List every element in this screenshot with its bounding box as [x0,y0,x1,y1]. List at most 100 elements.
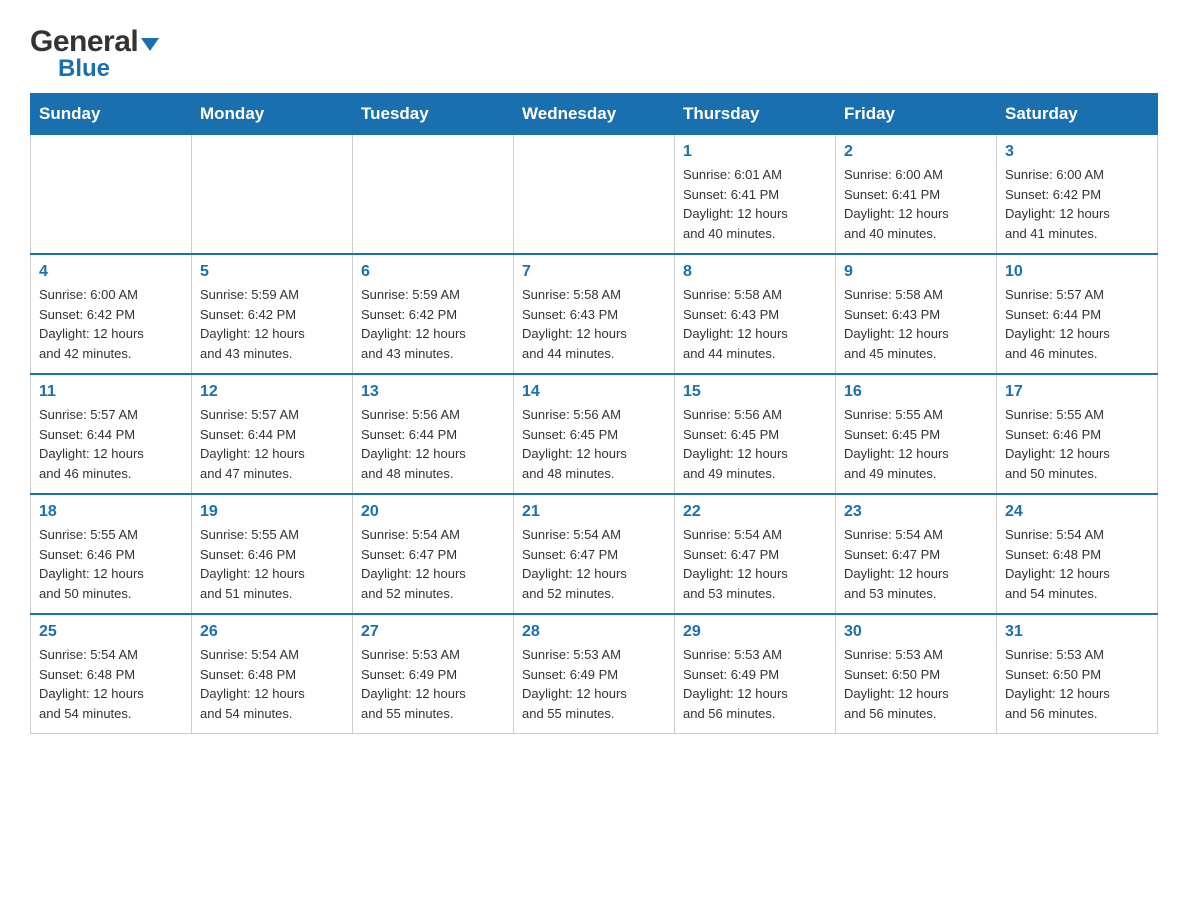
day-info: Sunrise: 5:59 AMSunset: 6:42 PMDaylight:… [361,285,505,363]
weekday-header-thursday: Thursday [675,94,836,135]
day-info: Sunrise: 5:57 AMSunset: 6:44 PMDaylight:… [200,405,344,483]
calendar-day-cell: 27 Sunrise: 5:53 AMSunset: 6:49 PMDayligh… [353,614,514,734]
page-header: General Blue [30,20,1158,83]
day-number: 9 [844,263,988,281]
calendar-day-cell: 23 Sunrise: 5:54 AMSunset: 6:47 PMDayligh… [836,494,997,614]
calendar-day-cell: 15 Sunrise: 5:56 AMSunset: 6:45 PMDayligh… [675,374,836,494]
calendar-day-cell: 6 Sunrise: 5:59 AMSunset: 6:42 PMDaylight… [353,254,514,374]
day-number: 21 [522,503,666,521]
day-info: Sunrise: 5:53 AMSunset: 6:50 PMDaylight:… [844,645,988,723]
day-info: Sunrise: 5:57 AMSunset: 6:44 PMDaylight:… [1005,285,1149,363]
day-info: Sunrise: 5:59 AMSunset: 6:42 PMDaylight:… [200,285,344,363]
day-number: 7 [522,263,666,281]
day-info: Sunrise: 5:53 AMSunset: 6:49 PMDaylight:… [683,645,827,723]
day-number: 19 [200,503,344,521]
calendar-day-cell [353,135,514,255]
day-number: 20 [361,503,505,521]
day-number: 4 [39,263,183,281]
day-number: 14 [522,383,666,401]
day-info: Sunrise: 6:00 AMSunset: 6:42 PMDaylight:… [39,285,183,363]
weekday-header-tuesday: Tuesday [353,94,514,135]
day-info: Sunrise: 6:00 AMSunset: 6:41 PMDaylight:… [844,165,988,243]
day-info: Sunrise: 6:01 AMSunset: 6:41 PMDaylight:… [683,165,827,243]
calendar-day-cell: 4 Sunrise: 6:00 AMSunset: 6:42 PMDaylight… [31,254,192,374]
logo-blue-text: Blue [58,55,110,82]
calendar-week-row: 1Sunrise: 6:01 AMSunset: 6:41 PMDaylight… [31,135,1158,255]
calendar-day-cell: 17Sunrise: 5:55 AMSunset: 6:46 PMDayligh… [997,374,1158,494]
day-info: Sunrise: 5:54 AMSunset: 6:48 PMDaylight:… [39,645,183,723]
weekday-header-sunday: Sunday [31,94,192,135]
calendar-day-cell: 3 Sunrise: 6:00 AMSunset: 6:42 PMDaylight… [997,135,1158,255]
calendar-day-cell: 11 Sunrise: 5:57 AMSunset: 6:44 PMDayligh… [31,374,192,494]
day-info: Sunrise: 5:54 AMSunset: 6:47 PMDaylight:… [683,525,827,603]
day-number: 15 [683,383,827,401]
calendar-day-cell: 24 Sunrise: 5:54 AMSunset: 6:48 PMDayligh… [997,494,1158,614]
day-number: 30 [844,623,988,641]
day-number: 13 [361,383,505,401]
day-number: 3 [1005,143,1149,161]
day-info: Sunrise: 5:54 AMSunset: 6:47 PMDaylight:… [522,525,666,603]
calendar-day-cell: 5 Sunrise: 5:59 AMSunset: 6:42 PMDaylight… [192,254,353,374]
calendar-day-cell: 30 Sunrise: 5:53 AMSunset: 6:50 PMDayligh… [836,614,997,734]
calendar-day-cell: 18 Sunrise: 5:55 AMSunset: 6:46 PMDayligh… [31,494,192,614]
day-number: 12 [200,383,344,401]
weekday-header-saturday: Saturday [997,94,1158,135]
day-number: 8 [683,263,827,281]
calendar-day-cell: 14 Sunrise: 5:56 AMSunset: 6:45 PMDayligh… [514,374,675,494]
day-number: 6 [361,263,505,281]
calendar-day-cell: 25 Sunrise: 5:54 AMSunset: 6:48 PMDayligh… [31,614,192,734]
day-number: 31 [1005,623,1149,641]
day-number: 27 [361,623,505,641]
calendar-day-cell [192,135,353,255]
calendar-day-cell: 26 Sunrise: 5:54 AMSunset: 6:48 PMDayligh… [192,614,353,734]
day-number: 18 [39,503,183,521]
day-info: Sunrise: 5:55 AMSunset: 6:46 PMDaylight:… [200,525,344,603]
day-info: Sunrise: 5:56 AMSunset: 6:45 PMDaylight:… [522,405,666,483]
day-number: 23 [844,503,988,521]
logo: General Blue [30,25,159,83]
day-info: Sunrise: 5:54 AMSunset: 6:48 PMDaylight:… [200,645,344,723]
day-info: Sunrise: 5:54 AMSunset: 6:47 PMDaylight:… [844,525,988,603]
calendar-day-cell: 8Sunrise: 5:58 AMSunset: 6:43 PMDaylight… [675,254,836,374]
calendar-day-cell: 10 Sunrise: 5:57 AMSunset: 6:44 PMDayligh… [997,254,1158,374]
weekday-header-row: SundayMondayTuesdayWednesdayThursdayFrid… [31,94,1158,135]
day-info: Sunrise: 5:56 AMSunset: 6:44 PMDaylight:… [361,405,505,483]
calendar-day-cell: 16Sunrise: 5:55 AMSunset: 6:45 PMDayligh… [836,374,997,494]
day-number: 22 [683,503,827,521]
calendar-day-cell: 20 Sunrise: 5:54 AMSunset: 6:47 PMDayligh… [353,494,514,614]
day-info: Sunrise: 5:55 AMSunset: 6:46 PMDaylight:… [39,525,183,603]
calendar-day-cell: 28Sunrise: 5:53 AMSunset: 6:49 PMDayligh… [514,614,675,734]
calendar-day-cell [514,135,675,255]
day-info: Sunrise: 5:55 AMSunset: 6:45 PMDaylight:… [844,405,988,483]
calendar-day-cell: 19 Sunrise: 5:55 AMSunset: 6:46 PMDayligh… [192,494,353,614]
day-number: 10 [1005,263,1149,281]
day-number: 2 [844,143,988,161]
day-number: 29 [683,623,827,641]
day-number: 26 [200,623,344,641]
day-info: Sunrise: 6:00 AMSunset: 6:42 PMDaylight:… [1005,165,1149,243]
day-number: 11 [39,383,183,401]
calendar-day-cell [31,135,192,255]
calendar-day-cell: 12 Sunrise: 5:57 AMSunset: 6:44 PMDayligh… [192,374,353,494]
day-info: Sunrise: 5:53 AMSunset: 6:49 PMDaylight:… [522,645,666,723]
day-number: 24 [1005,503,1149,521]
day-info: Sunrise: 5:54 AMSunset: 6:47 PMDaylight:… [361,525,505,603]
day-info: Sunrise: 5:54 AMSunset: 6:48 PMDaylight:… [1005,525,1149,603]
day-number: 5 [200,263,344,281]
day-info: Sunrise: 5:57 AMSunset: 6:44 PMDaylight:… [39,405,183,483]
calendar-week-row: 25 Sunrise: 5:54 AMSunset: 6:48 PMDayligh… [31,614,1158,734]
calendar-day-cell: 9Sunrise: 5:58 AMSunset: 6:43 PMDaylight… [836,254,997,374]
calendar-day-cell: 7 Sunrise: 5:58 AMSunset: 6:43 PMDaylight… [514,254,675,374]
day-info: Sunrise: 5:53 AMSunset: 6:49 PMDaylight:… [361,645,505,723]
weekday-header-wednesday: Wednesday [514,94,675,135]
logo-triangle-icon [141,38,159,51]
logo-general-text: General [30,25,138,59]
calendar-day-cell: 1Sunrise: 6:01 AMSunset: 6:41 PMDaylight… [675,135,836,255]
calendar-day-cell: 13 Sunrise: 5:56 AMSunset: 6:44 PMDayligh… [353,374,514,494]
calendar-day-cell: 29 Sunrise: 5:53 AMSunset: 6:49 PMDayligh… [675,614,836,734]
day-number: 25 [39,623,183,641]
day-info: Sunrise: 5:58 AMSunset: 6:43 PMDaylight:… [522,285,666,363]
calendar-week-row: 4 Sunrise: 6:00 AMSunset: 6:42 PMDaylight… [31,254,1158,374]
calendar-day-cell: 21 Sunrise: 5:54 AMSunset: 6:47 PMDayligh… [514,494,675,614]
day-info: Sunrise: 5:56 AMSunset: 6:45 PMDaylight:… [683,405,827,483]
